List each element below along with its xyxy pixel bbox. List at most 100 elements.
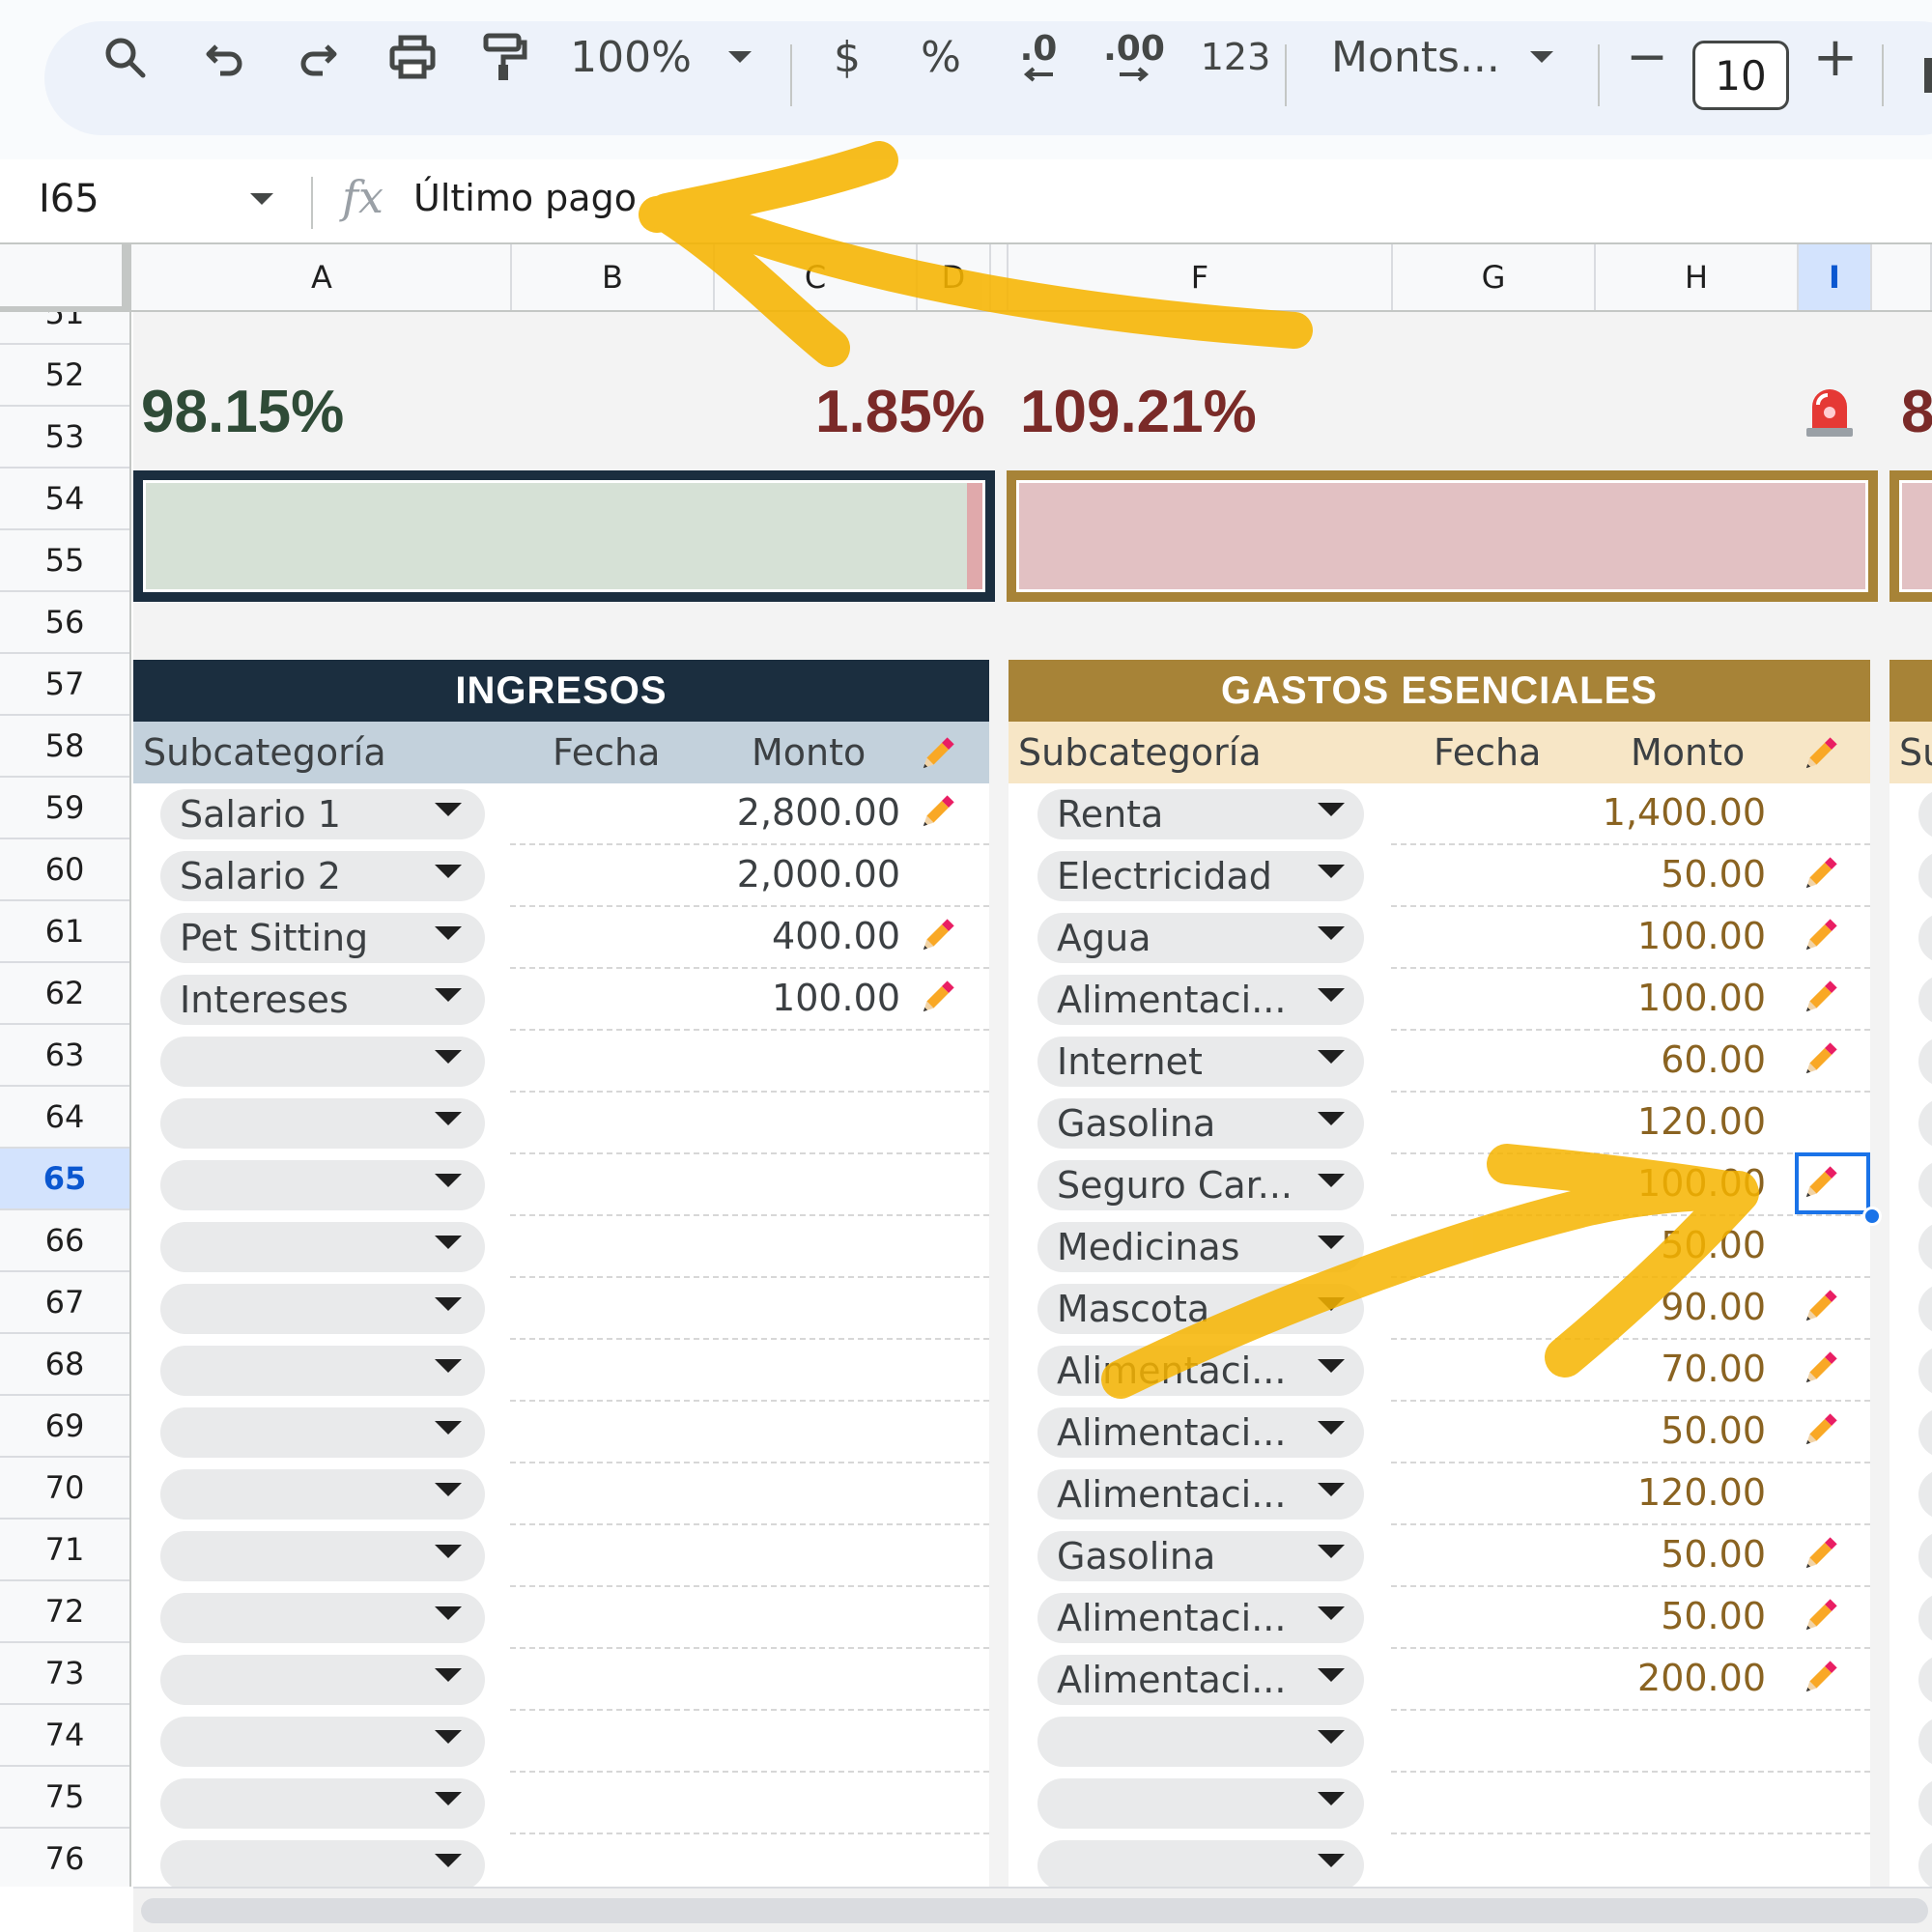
row-header-59[interactable]: 59 — [0, 778, 129, 839]
subcategory-dropdown[interactable] — [1918, 1037, 1932, 1087]
chevron-down-icon[interactable] — [435, 803, 462, 816]
chevron-down-icon[interactable] — [1318, 1174, 1345, 1187]
chevron-down-icon[interactable] — [1318, 1792, 1345, 1805]
increase-decimals-button[interactable]: .00 — [1095, 21, 1173, 93]
column-header-j[interactable] — [1872, 244, 1932, 310]
amount-cell[interactable]: 100.00 — [1637, 915, 1766, 957]
chevron-down-icon[interactable] — [1318, 926, 1345, 940]
row-header-74[interactable]: 74 — [0, 1705, 129, 1767]
undo-icon[interactable] — [193, 21, 257, 93]
row-header-67[interactable]: 67 — [0, 1272, 129, 1334]
subcategory-dropdown[interactable] — [1918, 1346, 1932, 1396]
subcategory-dropdown[interactable]: Internet — [1037, 1037, 1364, 1087]
subcategory-dropdown[interactable] — [1918, 1531, 1932, 1581]
column-header-h[interactable]: H — [1596, 244, 1799, 310]
subcategory-dropdown[interactable]: Medicinas — [1037, 1222, 1364, 1272]
subcategory-dropdown[interactable]: Alimentaci... — [1037, 1593, 1364, 1643]
row-header-63[interactable]: 63 — [0, 1025, 129, 1087]
subcategory-dropdown[interactable]: Gasolina — [1037, 1531, 1364, 1581]
amount-cell[interactable]: 100.00 — [1637, 977, 1766, 1019]
row-header-64[interactable]: 64 — [0, 1087, 129, 1149]
amount-cell[interactable]: 120.00 — [1637, 1471, 1766, 1514]
column-header-f[interactable]: F — [1009, 244, 1393, 310]
row-header-52[interactable]: 52 — [0, 345, 129, 407]
row-header-72[interactable]: 72 — [0, 1581, 129, 1643]
chevron-down-icon[interactable] — [1318, 1236, 1345, 1249]
chevron-down-icon[interactable] — [435, 1854, 462, 1867]
chevron-down-icon[interactable] — [435, 1606, 462, 1620]
chevron-down-icon[interactable] — [1318, 1483, 1345, 1496]
amount-cell[interactable]: 100.00 — [1637, 1162, 1766, 1205]
row-header-54[interactable]: 54 — [0, 469, 129, 530]
subcategory-dropdown[interactable]: Seguro Car... — [1037, 1160, 1364, 1210]
subcategory-dropdown[interactable] — [1037, 1840, 1364, 1887]
chevron-down-icon[interactable] — [1318, 1854, 1345, 1867]
chevron-down-icon[interactable] — [1318, 1050, 1345, 1064]
chevron-down-icon[interactable] — [435, 1174, 462, 1187]
selected-cell-i65[interactable] — [1795, 1152, 1870, 1214]
row-header-53[interactable]: 53 — [0, 407, 129, 469]
row-header-70[interactable]: 70 — [0, 1458, 129, 1520]
amount-cell[interactable]: 400.00 — [772, 915, 900, 957]
horizontal-scrollbar[interactable] — [133, 1887, 1932, 1932]
subcategory-dropdown[interactable]: Alimentaci... — [1037, 975, 1364, 1025]
number-format-button[interactable]: 123 — [1194, 21, 1277, 93]
subcategory-dropdown[interactable] — [1918, 1778, 1932, 1829]
column-header-i[interactable]: I — [1799, 244, 1872, 310]
chevron-down-icon[interactable] — [435, 926, 462, 940]
print-icon[interactable] — [381, 21, 444, 93]
subcategory-dropdown[interactable]: Agua — [1037, 913, 1364, 963]
subcategory-dropdown[interactable] — [1918, 1717, 1932, 1767]
search-icon[interactable] — [93, 21, 156, 93]
subcategory-dropdown[interactable] — [1918, 1222, 1932, 1272]
row-header-66[interactable]: 66 — [0, 1210, 129, 1272]
row-header-60[interactable]: 60 — [0, 839, 129, 901]
row-header-61[interactable]: 61 — [0, 901, 129, 963]
chevron-down-icon[interactable] — [435, 1050, 462, 1064]
chevron-down-icon[interactable] — [1318, 865, 1345, 878]
subcategory-dropdown[interactable] — [1918, 789, 1932, 839]
row-header-56[interactable]: 56 — [0, 592, 129, 654]
row-header-71[interactable]: 71 — [0, 1520, 129, 1581]
row-header-75[interactable]: 75 — [0, 1767, 129, 1829]
subcategory-dropdown[interactable] — [1918, 1840, 1932, 1887]
chevron-down-icon[interactable] — [435, 1112, 462, 1125]
chevron-down-icon[interactable] — [1318, 803, 1345, 816]
subcategory-dropdown[interactable] — [1918, 1655, 1932, 1705]
amount-cell[interactable]: 120.00 — [1637, 1100, 1766, 1143]
column-header-c[interactable]: C — [715, 244, 918, 310]
amount-cell[interactable]: 2,800.00 — [737, 791, 900, 834]
subcategory-dropdown[interactable] — [1037, 1717, 1364, 1767]
row-header-62[interactable]: 62 — [0, 963, 129, 1025]
amount-cell[interactable]: 1,400.00 — [1603, 791, 1766, 834]
row-header-69[interactable]: 69 — [0, 1396, 129, 1458]
zoom-dropdown-icon[interactable] — [721, 21, 759, 93]
column-header-d[interactable]: D — [918, 244, 991, 310]
amount-cell[interactable]: 2,000.00 — [737, 853, 900, 895]
subcategory-dropdown[interactable]: Mascota — [1037, 1284, 1364, 1334]
subcategory-dropdown[interactable]: Electricidad — [1037, 851, 1364, 901]
bold-icon[interactable] — [1924, 58, 1932, 93]
row-header-76[interactable]: 76 — [0, 1829, 129, 1887]
chevron-down-icon[interactable] — [1318, 1421, 1345, 1435]
subcategory-dropdown[interactable] — [1918, 1160, 1932, 1210]
redo-icon[interactable] — [286, 21, 350, 93]
amount-cell[interactable]: 100.00 — [772, 977, 900, 1019]
increase-font-size-button[interactable]: + — [1808, 21, 1862, 93]
chevron-down-icon[interactable] — [435, 1421, 462, 1435]
chevron-down-icon[interactable] — [435, 1792, 462, 1805]
chevron-down-icon[interactable] — [435, 988, 462, 1002]
amount-cell[interactable]: 90.00 — [1661, 1286, 1766, 1328]
chevron-down-icon[interactable] — [1318, 1668, 1345, 1682]
row-header-57[interactable]: 57 — [0, 654, 129, 716]
row-header-58[interactable]: 58 — [0, 716, 129, 778]
name-box[interactable]: I65 — [39, 177, 99, 221]
chevron-down-icon[interactable] — [435, 1359, 462, 1373]
amount-cell[interactable]: 50.00 — [1661, 853, 1766, 895]
column-header-b[interactable]: B — [512, 244, 715, 310]
subcategory-dropdown[interactable] — [1918, 975, 1932, 1025]
amount-cell[interactable]: 200.00 — [1637, 1657, 1766, 1699]
amount-cell[interactable]: 50.00 — [1661, 1409, 1766, 1452]
subcategory-dropdown[interactable]: Alimentaci... — [1037, 1469, 1364, 1520]
subcategory-dropdown[interactable]: Gasolina — [1037, 1098, 1364, 1149]
